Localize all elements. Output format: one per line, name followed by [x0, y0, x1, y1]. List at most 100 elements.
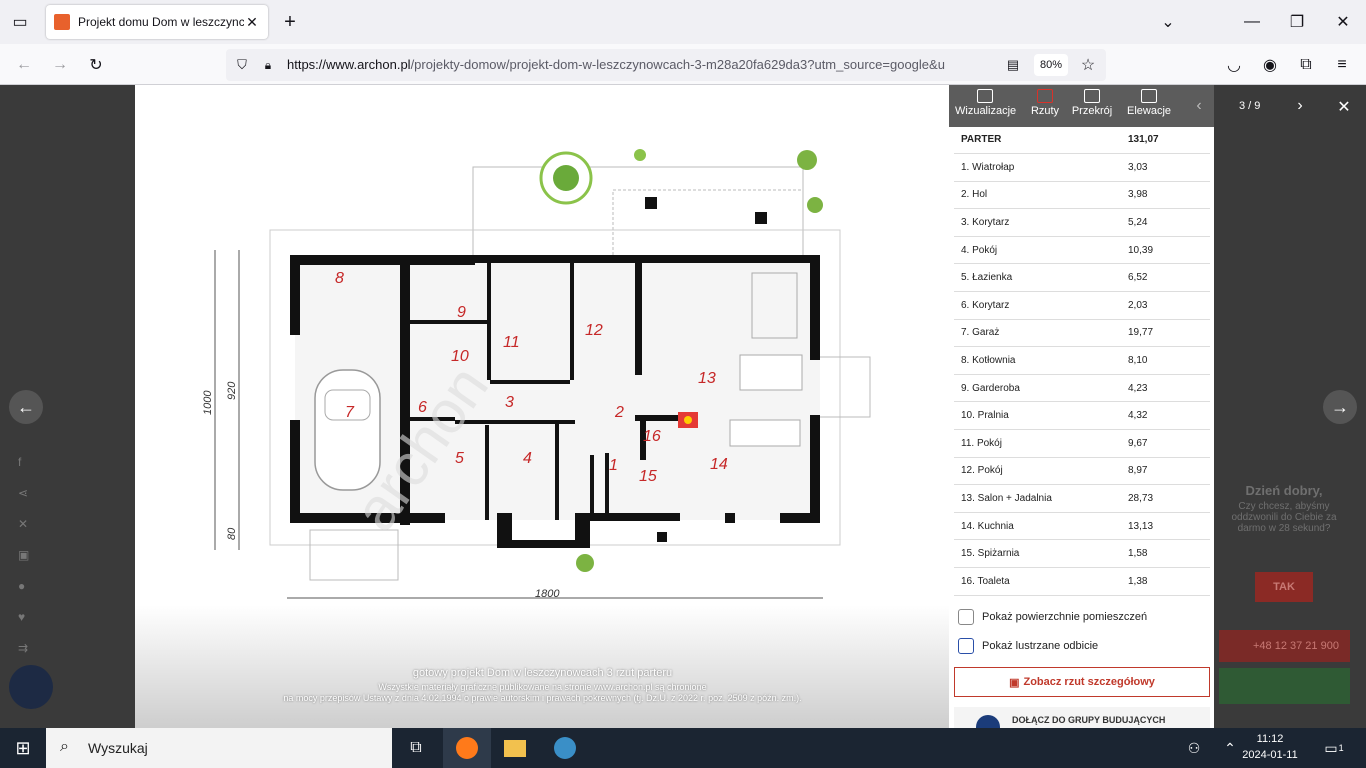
firefox-taskbar-icon[interactable] — [443, 728, 491, 768]
floor-plan-image: 8 9 10 11 12 13 7 6 3 2 16 5 4 1 15 14 1… — [135, 85, 950, 728]
page-content: ← f ⋖ ✕ ▣ ● ♥ ⇉ 8 9 10 11 12 13 7 6 3 2 … — [0, 85, 1366, 728]
reader-view-icon[interactable]: ▤ — [1003, 55, 1023, 75]
people-icon[interactable]: ⚇ — [1184, 738, 1204, 758]
room-name: 1. Wiatrołap — [954, 153, 1128, 182]
room-area: 3,03 — [1128, 153, 1210, 182]
room-name: 16. Toaleta — [954, 567, 1128, 596]
url-bar[interactable]: ⛉ 🔒︎ https://www.archon.pl/projekty-domo… — [226, 49, 1106, 81]
zoom-level[interactable]: 80% — [1034, 54, 1068, 76]
detailed-plan-button[interactable]: ▣ Zobacz rzut szczegółowy — [954, 667, 1210, 697]
messenger-icon[interactable] — [9, 665, 53, 709]
facebook-icon — [976, 715, 1000, 728]
chevron-up-icon[interactable]: ⌃ — [1220, 738, 1240, 758]
close-viewer-icon[interactable]: ✕ — [1334, 97, 1354, 117]
tab-przekroj[interactable]: Przekrój — [1062, 89, 1122, 117]
checkbox-box[interactable] — [958, 638, 974, 654]
room-number-15: 15 — [639, 468, 657, 485]
windows-start-icon[interactable]: ⊞ — [12, 738, 34, 758]
phone-button[interactable]: +48 12 37 21 900 — [1219, 630, 1350, 662]
room-area: 10,39 — [1128, 236, 1210, 265]
tab-label: Przekrój — [1071, 105, 1113, 117]
chat-greeting: Dzień dobry, — [1245, 483, 1323, 498]
chat-question: Czy chcesz, abyśmy oddzwonili do Ciebie … — [1231, 501, 1337, 534]
tab-label: Rzuty — [1030, 105, 1060, 117]
green-contact-button[interactable] — [1219, 668, 1350, 704]
elevation-icon — [1141, 89, 1157, 103]
table-row: 11. Pokój 9,67 — [954, 429, 1210, 458]
show-areas-checkbox[interactable]: Pokaż powierzchnie pomieszczeń — [958, 608, 1198, 626]
account-icon[interactable]: ◉ — [1258, 53, 1282, 77]
table-row: 5. Łazienka 6,52 — [954, 263, 1210, 293]
room-area: 8,97 — [1128, 457, 1210, 486]
table-row: 1. Wiatrołap 3,03 — [954, 153, 1210, 182]
callback-yes-button[interactable]: TAK — [1255, 572, 1313, 602]
extensions-icon[interactable]: ⧉ — [1294, 53, 1318, 77]
url-path: /projekty-domow/projekt-dom-w-leszczynow… — [410, 57, 945, 72]
shield-icon[interactable]: ⛉ — [232, 55, 252, 75]
table-row: 12. Pokój 8,97 — [954, 457, 1210, 486]
room-number-8: 8 — [335, 270, 344, 287]
bookmark-star-icon[interactable]: ☆ — [1078, 55, 1098, 75]
new-tab-icon[interactable]: + — [278, 10, 302, 34]
search-placeholder: Wyszukaj — [88, 740, 148, 756]
restore-icon[interactable]: ❐ — [1285, 10, 1309, 34]
table-row: 8. Kotłownia 8,10 — [954, 346, 1210, 375]
menu-icon[interactable]: ≡ — [1330, 53, 1354, 77]
prev-image-arrow-icon[interactable]: ← — [9, 390, 43, 424]
plan-icon: ▣ — [1009, 676, 1020, 689]
tab-wizualizacje[interactable]: Wizualizacje — [955, 89, 1017, 117]
taskbar-search[interactable]: ⌕ Wyszukaj — [46, 728, 392, 768]
table-row: 16. Toaleta 1,38 — [954, 567, 1210, 596]
table-row: 6. Korytarz 2,03 — [954, 291, 1210, 320]
minimize-icon[interactable]: — — [1240, 10, 1264, 34]
room-area: 4,32 — [1128, 401, 1210, 431]
room-name: 4. Pokój — [954, 236, 1128, 265]
app-globe-icon[interactable] — [541, 728, 589, 768]
pocket-icon[interactable]: ◡ — [1222, 53, 1246, 77]
url-text[interactable]: https://www.archon.pl/projekty-domow/pro… — [287, 57, 997, 72]
room-name: 8. Kotłownia — [954, 346, 1128, 375]
tab-elewacje[interactable]: Elewacje — [1119, 89, 1179, 117]
lock-icon[interactable]: 🔒︎ — [258, 55, 278, 75]
floor-area: 131,07 — [1128, 126, 1210, 155]
caption-copyright-1: Wszystkie materiały graficzne publikowan… — [378, 682, 707, 692]
room-number-3: 3 — [505, 394, 514, 411]
forward-arrow-icon[interactable]: → — [48, 53, 72, 77]
dim-height-1000: 1000 — [202, 390, 214, 415]
room-name: 5. Łazienka — [954, 263, 1128, 293]
table-row: 13. Salon + Jadalnia 28,73 — [954, 484, 1210, 513]
button-label: DOŁĄCZ DO GRUPY BUDUJĄCYCH — [1012, 715, 1166, 725]
tab-label: Elewacje — [1126, 105, 1172, 117]
tab-list-icon[interactable]: ▭ — [8, 12, 32, 32]
next-image-arrow-icon[interactable]: → — [1323, 390, 1357, 424]
tab-label: Wizualizacje — [955, 105, 1017, 117]
notification-icon[interactable]: ▭ 1 — [1322, 738, 1346, 758]
back-arrow-icon[interactable]: ← — [12, 53, 36, 77]
room-area: 28,73 — [1128, 484, 1210, 513]
task-view-icon[interactable]: ⧉ — [392, 728, 440, 768]
file-explorer-icon[interactable] — [491, 728, 539, 768]
floor-plan-icon — [1037, 89, 1053, 103]
facebook-group-button[interactable]: DOŁĄCZ DO GRUPY BUDUJĄCYCH — [954, 707, 1210, 728]
chevron-down-icon[interactable]: ⌄ — [1156, 10, 1180, 34]
room-name: 2. Hol — [954, 181, 1128, 210]
system-clock[interactable]: 11:12 2024-01-11 — [1240, 731, 1300, 763]
room-number-2: 2 — [614, 404, 624, 421]
browser-tab[interactable]: Projekt domu Dom w leszczync ✕ — [46, 5, 268, 39]
close-window-icon[interactable]: ✕ — [1331, 10, 1355, 34]
reload-icon[interactable]: ↻ — [84, 53, 108, 77]
floor-name: PARTER — [954, 126, 1128, 155]
table-row: 7. Garaż 19,77 — [954, 319, 1210, 348]
button-label: Zobacz rzut szczegółowy — [1023, 676, 1155, 688]
close-tab-icon[interactable]: ✕ — [244, 14, 260, 31]
mirror-checkbox[interactable]: Pokaż lustrzane odbicie — [958, 637, 1198, 655]
table-row: 9. Garderoba 4,23 — [954, 374, 1210, 403]
room-area: 1,58 — [1128, 539, 1210, 568]
chevron-right-icon[interactable]: › — [1291, 97, 1309, 115]
chevron-left-icon[interactable]: ‹ — [1190, 97, 1208, 115]
room-number-4: 4 — [523, 450, 532, 467]
table-row: 2. Hol 3,98 — [954, 181, 1210, 210]
section-icon — [1084, 89, 1100, 103]
room-name: 7. Garaż — [954, 319, 1128, 348]
checkbox-box[interactable] — [958, 609, 974, 625]
